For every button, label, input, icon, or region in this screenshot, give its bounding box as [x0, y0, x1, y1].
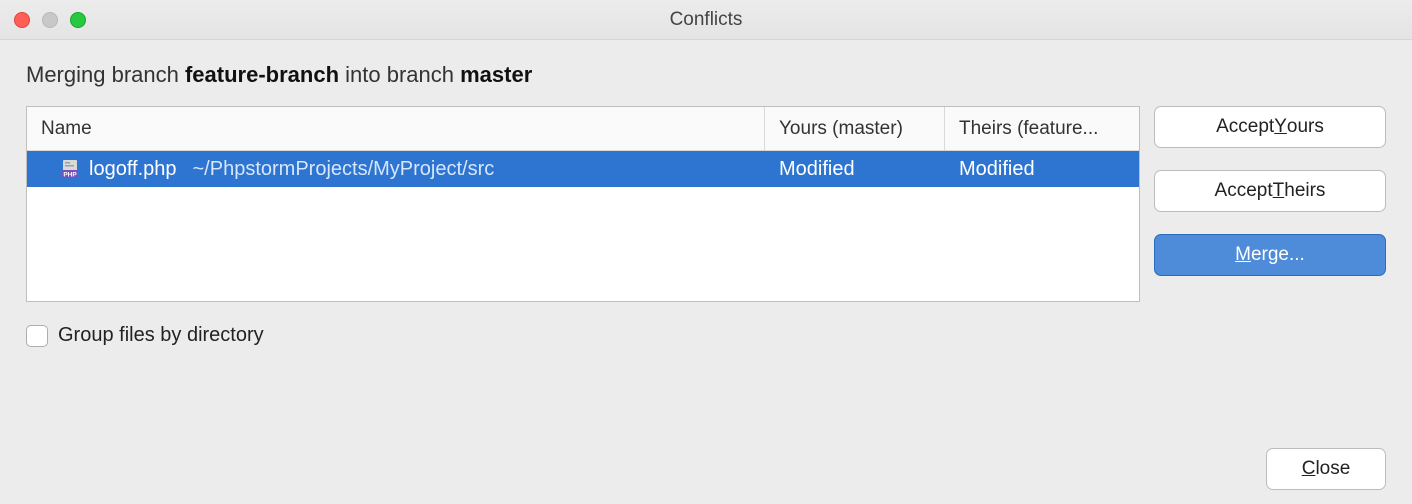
close-window-button[interactable]	[14, 12, 30, 28]
merge-button[interactable]: Merge...	[1154, 234, 1386, 276]
window-title: Conflicts	[0, 9, 1412, 31]
conflicts-table: Name Yours (master) Theirs (feature...	[26, 106, 1140, 302]
php-file-icon: PHP	[61, 159, 81, 179]
accept-theirs-button[interactable]: Accept Theirs	[1154, 170, 1386, 212]
heading-prefix: Merging branch	[26, 62, 185, 87]
minimize-window-button[interactable]	[42, 12, 58, 28]
heading-source-branch: feature-branch	[185, 62, 339, 87]
dialog-heading: Merging branch feature-branch into branc…	[26, 62, 1386, 88]
accept-yours-button[interactable]: Accept Yours	[1154, 106, 1386, 148]
file-directory: ~/PhpstormProjects/MyProject/src	[193, 158, 495, 181]
titlebar: Conflicts	[0, 0, 1412, 40]
group-by-directory-checkbox[interactable]	[26, 325, 48, 347]
close-button[interactable]: Close	[1266, 448, 1386, 490]
table-header: Name Yours (master) Theirs (feature...	[27, 107, 1139, 151]
table-row[interactable]: PHP logoff.php ~/PhpstormProjects/MyProj…	[27, 151, 1139, 187]
row-theirs-status: Modified	[945, 158, 1139, 181]
heading-middle: into branch	[339, 62, 460, 87]
column-header-yours[interactable]: Yours (master)	[765, 107, 945, 150]
window-controls	[14, 12, 86, 28]
file-name: logoff.php	[89, 158, 177, 181]
dialog-footer: Close	[1240, 448, 1412, 490]
group-by-directory-row: Group files by directory	[26, 324, 1386, 347]
row-yours-status: Modified	[765, 158, 945, 181]
zoom-window-button[interactable]	[70, 12, 86, 28]
column-header-theirs[interactable]: Theirs (feature...	[945, 107, 1139, 150]
column-header-name[interactable]: Name	[27, 107, 765, 150]
heading-target-branch: master	[460, 62, 532, 87]
svg-text:PHP: PHP	[63, 171, 77, 178]
action-buttons: Accept Yours Accept Theirs Merge...	[1154, 106, 1386, 302]
group-by-directory-label: Group files by directory	[58, 324, 264, 347]
